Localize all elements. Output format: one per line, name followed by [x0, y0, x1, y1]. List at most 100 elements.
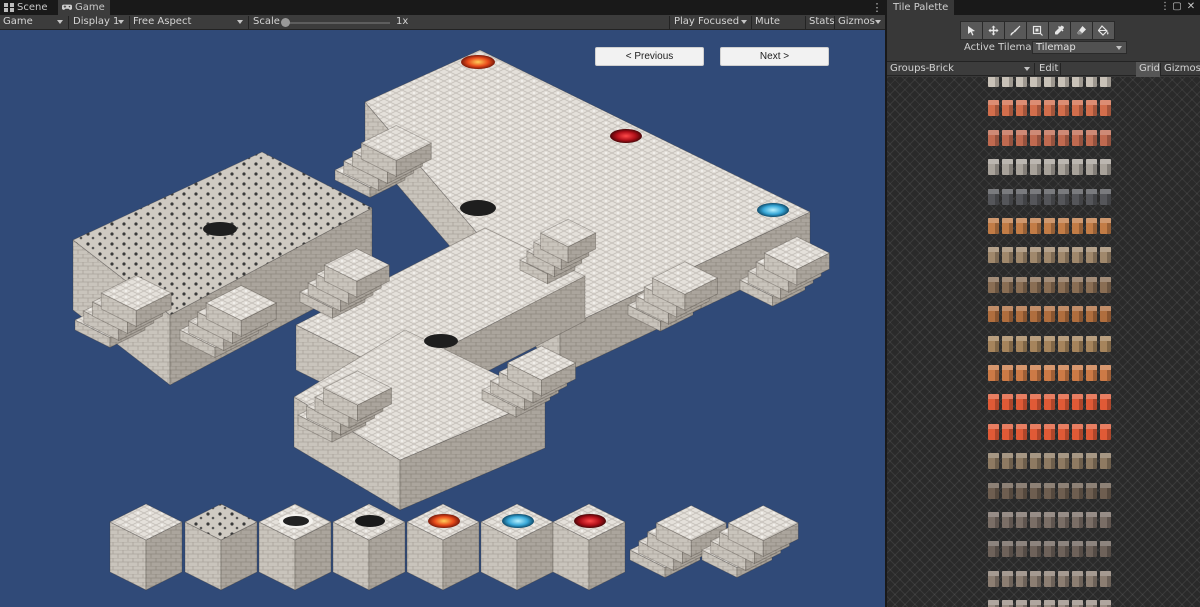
- palette-tile[interactable]: [1016, 306, 1027, 323]
- palette-tile[interactable]: [1044, 129, 1055, 146]
- scale-slider-track[interactable]: [284, 22, 390, 24]
- palette-tile[interactable]: [1030, 482, 1041, 499]
- palette-tile[interactable]: [1100, 394, 1111, 411]
- palette-tile[interactable]: [1072, 482, 1083, 499]
- palette-tile[interactable]: [988, 306, 999, 323]
- palette-tile[interactable]: [1058, 77, 1069, 87]
- palette-tile[interactable]: [1072, 335, 1083, 352]
- palette-tile[interactable]: [1030, 276, 1041, 293]
- palette-tile[interactable]: [1058, 423, 1069, 440]
- next-button[interactable]: Next >: [720, 47, 829, 66]
- palette-tile[interactable]: [1086, 600, 1097, 607]
- palette-tile[interactable]: [988, 129, 999, 146]
- palette-tile[interactable]: [1086, 482, 1097, 499]
- palette-tile[interactable]: [1100, 129, 1111, 146]
- palette-tile[interactable]: [1030, 453, 1041, 470]
- palette-tile[interactable]: [1016, 512, 1027, 528]
- palette-tile[interactable]: [1016, 100, 1027, 117]
- palette-tile[interactable]: [1072, 600, 1083, 607]
- palette-tile[interactable]: [1058, 394, 1069, 411]
- palette-tile[interactable]: [1016, 600, 1027, 607]
- palette-tile[interactable]: [1058, 129, 1069, 146]
- palette-tile[interactable]: [1002, 77, 1013, 87]
- palette-tile[interactable]: [1072, 100, 1083, 117]
- palette-tile[interactable]: [1044, 453, 1055, 470]
- game-view[interactable]: < Previous Next >: [0, 30, 885, 607]
- palette-tile[interactable]: [1030, 570, 1041, 587]
- palette-tile[interactable]: [988, 600, 999, 607]
- palette-tile[interactable]: [1100, 482, 1111, 499]
- palette-tile[interactable]: [1044, 276, 1055, 293]
- palette-tile[interactable]: [1100, 276, 1111, 293]
- select-tool-button[interactable]: [960, 21, 983, 40]
- maximize-icon[interactable]: ▢: [1171, 1, 1183, 13]
- palette-tile[interactable]: [1058, 512, 1069, 528]
- palette-tile[interactable]: [988, 276, 999, 293]
- palette-tile[interactable]: [1072, 394, 1083, 411]
- gizmos-select[interactable]: Gizmos: [835, 15, 885, 30]
- palette-tile[interactable]: [1086, 218, 1097, 234]
- palette-tile[interactable]: [988, 365, 999, 381]
- palette-tile[interactable]: [1072, 365, 1083, 381]
- palette-tile[interactable]: [1044, 394, 1055, 411]
- palette-tile[interactable]: [1086, 394, 1097, 411]
- palette-tile[interactable]: [1016, 453, 1027, 470]
- palette-tile[interactable]: [1002, 247, 1013, 264]
- palette-tile[interactable]: [1044, 512, 1055, 528]
- palette-tile[interactable]: [988, 218, 999, 234]
- tab-tile-palette[interactable]: Tile Palette: [887, 0, 955, 15]
- palette-tile[interactable]: [1086, 276, 1097, 293]
- palette-tile[interactable]: [1016, 394, 1027, 411]
- palette-tile[interactable]: [1086, 188, 1097, 205]
- palette-tile[interactable]: [1058, 365, 1069, 381]
- palette-tile[interactable]: [1100, 600, 1111, 607]
- palette-tile[interactable]: [1030, 129, 1041, 146]
- palette-tile[interactable]: [1072, 570, 1083, 587]
- palette-tile[interactable]: [1044, 306, 1055, 323]
- palette-tile[interactable]: [1016, 276, 1027, 293]
- palette-tile[interactable]: [1044, 541, 1055, 558]
- palette-tile[interactable]: [1002, 129, 1013, 146]
- palette-tile[interactable]: [1072, 218, 1083, 234]
- palette-tile[interactable]: [1072, 159, 1083, 176]
- palette-tile[interactable]: [1058, 453, 1069, 470]
- palette-tile[interactable]: [1086, 100, 1097, 117]
- palette-tile[interactable]: [1086, 129, 1097, 146]
- palette-tile[interactable]: [1016, 335, 1027, 352]
- palette-tile[interactable]: [1002, 276, 1013, 293]
- palette-tile[interactable]: [1002, 365, 1013, 381]
- previous-button[interactable]: < Previous: [595, 47, 704, 66]
- tab-game[interactable]: Game: [58, 0, 110, 15]
- palette-tile[interactable]: [1058, 247, 1069, 264]
- palette-tile[interactable]: [988, 100, 999, 117]
- palette-tile[interactable]: [1086, 247, 1097, 264]
- palette-tile[interactable]: [1086, 77, 1097, 87]
- palette-tile[interactable]: [1016, 218, 1027, 234]
- paint-brush-tool-button[interactable]: [1004, 21, 1027, 40]
- palette-tile[interactable]: [1100, 335, 1111, 352]
- palette-tile[interactable]: [1072, 423, 1083, 440]
- palette-tile[interactable]: [1030, 335, 1041, 352]
- palette-tile[interactable]: [1044, 570, 1055, 587]
- palette-tile[interactable]: [1100, 188, 1111, 205]
- palette-tile[interactable]: [1002, 306, 1013, 323]
- scale-slider-handle[interactable]: [281, 18, 290, 27]
- palette-tile[interactable]: [1016, 541, 1027, 558]
- grid-toggle[interactable]: Grid: [1136, 62, 1160, 77]
- palette-tile[interactable]: [1016, 365, 1027, 381]
- palette-tile[interactable]: [1002, 482, 1013, 499]
- palette-tile[interactable]: [1072, 541, 1083, 558]
- palette-tile[interactable]: [1002, 453, 1013, 470]
- palette-tile[interactable]: [1058, 482, 1069, 499]
- picker-tool-button[interactable]: [1048, 21, 1071, 40]
- palette-tile[interactable]: [1086, 159, 1097, 176]
- palette-tile[interactable]: [1058, 306, 1069, 323]
- palette-tile[interactable]: [1002, 188, 1013, 205]
- palette-tile[interactable]: [1030, 512, 1041, 528]
- palette-tile[interactable]: [1086, 365, 1097, 381]
- palette-tile[interactable]: [1044, 77, 1055, 87]
- palette-tile[interactable]: [1086, 423, 1097, 440]
- palette-tile[interactable]: [1058, 276, 1069, 293]
- palette-tile[interactable]: [1016, 188, 1027, 205]
- eraser-tool-button[interactable]: [1070, 21, 1093, 40]
